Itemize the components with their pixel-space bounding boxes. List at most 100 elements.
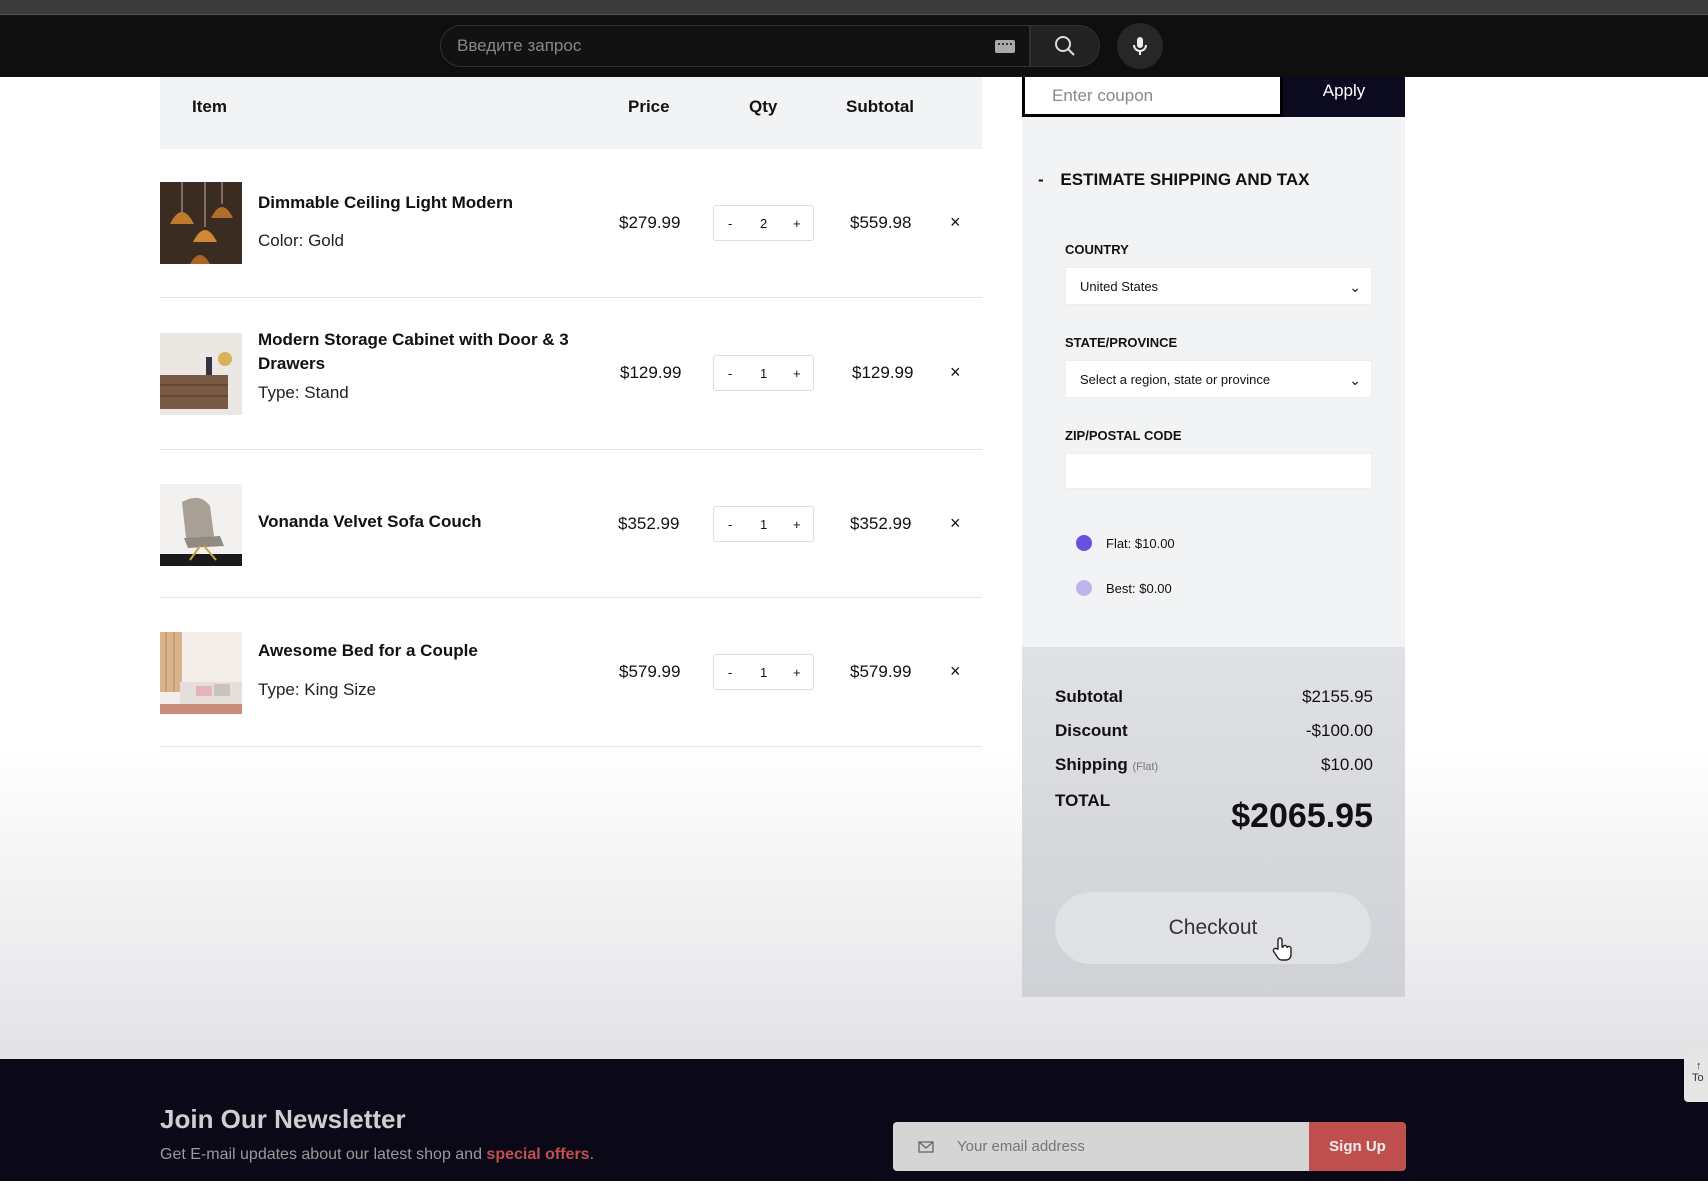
apply-coupon-button[interactable]: Apply	[1283, 77, 1405, 119]
product-name[interactable]: Dimmable Ceiling Light Modern	[258, 191, 578, 215]
country-label: COUNTRY	[1065, 242, 1129, 257]
email-input[interactable]	[957, 1122, 1287, 1171]
quantity-stepper: - 1 +	[713, 355, 814, 391]
cart-row: Dimmable Ceiling Light Modern Color: Gol…	[160, 149, 982, 298]
pointer-cursor-icon	[1272, 937, 1292, 961]
flat-rate-label: Flat: $10.00	[1106, 536, 1175, 551]
special-offers-link[interactable]: special offers	[486, 1146, 589, 1163]
quantity-value[interactable]: 1	[760, 517, 767, 532]
microphone-button[interactable]	[1117, 23, 1163, 69]
decrease-button[interactable]: -	[728, 366, 732, 381]
shipping-method-note: (Flat)	[1132, 761, 1159, 773]
state-label: STATE/PROVINCE	[1065, 335, 1178, 350]
checkout-button[interactable]: Checkout	[1055, 892, 1371, 964]
shipping-value: $10.00	[1321, 755, 1373, 774]
subtotal-value: $2155.95	[1302, 687, 1373, 706]
state-value: Select a region, state or province	[1080, 372, 1271, 387]
best-rate-label: Best: $0.00	[1106, 581, 1172, 596]
coupon-box	[1022, 77, 1283, 117]
product-subtotal: $579.99	[850, 662, 912, 681]
subtotal-label: Subtotal	[1055, 687, 1123, 706]
product-name[interactable]: Vonanda Velvet Sofa Couch	[258, 510, 578, 534]
product-image[interactable]	[160, 632, 242, 714]
remove-item-button[interactable]: ×	[950, 362, 961, 383]
quantity-value[interactable]: 1	[760, 665, 767, 680]
flat-rate-radio[interactable]	[1076, 535, 1092, 551]
increase-button[interactable]: +	[793, 216, 801, 231]
product-image[interactable]	[160, 333, 242, 415]
cart-row: Vonanda Velvet Sofa Couch $352.99 - 1 + …	[160, 450, 982, 598]
order-totals: Subtotal $2155.95 Discount -$100.00 Ship…	[1022, 647, 1405, 997]
remove-item-button[interactable]: ×	[950, 212, 961, 233]
content-fade	[0, 747, 1708, 1059]
keyboard-icon[interactable]	[995, 40, 1015, 53]
search-icon	[1055, 36, 1075, 56]
product-option: Type: King Size	[258, 680, 377, 699]
decrease-button[interactable]: -	[728, 665, 732, 680]
product-price: $129.99	[620, 363, 682, 382]
quantity-stepper: - 1 +	[713, 654, 814, 690]
search-box	[440, 25, 1030, 67]
remove-item-button[interactable]: ×	[950, 513, 961, 534]
header-price: Price	[628, 97, 670, 116]
header-subtotal: Subtotal	[846, 97, 914, 116]
quantity-value[interactable]: 1	[760, 366, 767, 381]
state-select[interactable]: Select a region, state or province ⌄	[1065, 360, 1372, 398]
search-bar	[0, 15, 1708, 77]
shipping-title: ESTIMATE SHIPPING AND TAX	[1060, 170, 1310, 189]
increase-button[interactable]: +	[793, 517, 801, 532]
collapse-icon: -	[1038, 170, 1044, 189]
product-name[interactable]: Modern Storage Cabinet with Door & 3 Dra…	[258, 328, 578, 376]
discount-value: -$100.00	[1305, 721, 1373, 740]
quantity-value[interactable]: 2	[760, 216, 767, 231]
email-field	[893, 1122, 1309, 1171]
zip-label: ZIP/POSTAL CODE	[1065, 428, 1182, 443]
product-option: Color: Gold	[258, 231, 344, 250]
product-price: $579.99	[619, 662, 681, 681]
cart-table-header: Item Price Qty Subtotal	[160, 77, 982, 149]
total-label: TOTAL	[1055, 791, 1111, 810]
product-name[interactable]: Awesome Bed for a Couple	[258, 639, 578, 663]
country-select[interactable]: United States ⌄	[1065, 267, 1372, 305]
zip-input[interactable]	[1065, 453, 1372, 489]
arrow-up-icon: ↑	[1696, 1060, 1702, 1072]
back-to-top-label: To	[1692, 1072, 1704, 1084]
shipping-label-text: Shipping	[1055, 755, 1128, 774]
shipping-toggle[interactable]: - ESTIMATE SHIPPING AND TAX	[1038, 170, 1309, 190]
header-item: Item	[192, 97, 227, 116]
back-to-top-button[interactable]: ↑ To	[1684, 1054, 1708, 1102]
header-qty: Qty	[749, 97, 778, 116]
quantity-stepper: - 1 +	[713, 506, 814, 542]
product-subtotal: $352.99	[850, 514, 912, 533]
cart-row: Modern Storage Cabinet with Door & 3 Dra…	[160, 298, 982, 450]
best-rate-radio[interactable]	[1076, 580, 1092, 596]
microphone-icon	[1133, 37, 1147, 55]
product-image[interactable]	[160, 182, 242, 264]
shipping-panel: - ESTIMATE SHIPPING AND TAX COUNTRY Unit…	[1022, 117, 1405, 647]
product-option: Type: Stand	[258, 383, 349, 402]
product-subtotal: $559.98	[850, 213, 912, 232]
product-subtotal: $129.99	[852, 363, 914, 382]
sign-up-button[interactable]: Sign Up	[1309, 1122, 1406, 1171]
discount-label: Discount	[1055, 721, 1128, 740]
decrease-button[interactable]: -	[728, 517, 732, 532]
coupon-input[interactable]	[1025, 77, 1280, 114]
country-value: United States	[1080, 279, 1159, 294]
newsletter-subtitle-text: Get E-mail updates about our latest shop…	[160, 1146, 487, 1163]
product-price: $279.99	[619, 213, 681, 232]
decrease-button[interactable]: -	[728, 216, 732, 231]
cart-row: Awesome Bed for a Couple Type: King Size…	[160, 598, 982, 747]
search-button[interactable]	[1030, 25, 1100, 67]
shipping-label: Shipping (Flat)	[1055, 755, 1158, 775]
newsletter-title: Join Our Newsletter	[160, 1104, 406, 1134]
newsletter-subtitle-end: .	[589, 1146, 595, 1163]
increase-button[interactable]: +	[793, 665, 801, 680]
product-image[interactable]	[160, 484, 242, 566]
chevron-down-icon: ⌄	[1349, 279, 1361, 295]
remove-item-button[interactable]: ×	[950, 661, 961, 682]
increase-button[interactable]: +	[793, 366, 801, 381]
newsletter-section: Join Our Newsletter Get E-mail updates a…	[0, 1059, 1708, 1181]
search-input[interactable]	[457, 26, 977, 66]
product-price: $352.99	[618, 514, 680, 533]
browser-top-strip	[0, 0, 1708, 15]
